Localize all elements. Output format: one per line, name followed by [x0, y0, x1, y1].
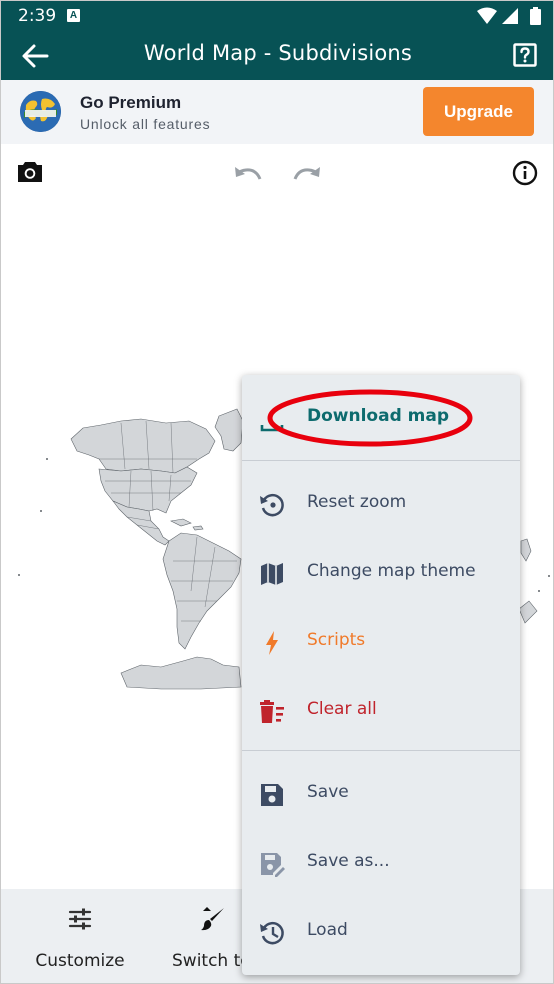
status-time: 2:39 — [18, 6, 57, 26]
app-bar: World Map - Subdivisions — [1, 31, 553, 80]
menu-label-reset-zoom: Reset zoom — [307, 492, 407, 512]
menu-label-save: Save — [307, 782, 349, 802]
highlight-annotation — [267, 389, 473, 447]
menu-label-change-map-theme: Change map theme — [307, 561, 476, 581]
signal-icon — [502, 8, 518, 24]
delete-sweep-icon — [260, 700, 284, 723]
history-icon — [260, 921, 284, 945]
menu-label-load: Load — [307, 920, 348, 940]
menu-label-scripts: Scripts — [307, 630, 366, 650]
overflow-menu: Download map Reset zoom Change map theme… — [242, 375, 520, 975]
menu-item-save-as[interactable]: Save as... — [242, 828, 520, 897]
tune-icon — [68, 908, 92, 930]
customize-label: Customize — [35, 951, 125, 971]
menu-item-change-map-theme[interactable]: Change map theme — [242, 538, 520, 607]
premium-title: Go Premium — [80, 93, 182, 112]
wifi-icon — [477, 7, 497, 24]
lightning-icon — [266, 631, 278, 655]
redo-icon[interactable] — [293, 165, 321, 181]
menu-item-clear-all[interactable]: Clear all — [242, 676, 520, 745]
mapchart-logo — [20, 91, 61, 132]
info-icon[interactable] — [512, 160, 538, 186]
app-screen: 2:39 A World Map - Subdivisions Go Premi… — [0, 0, 554, 984]
status-bar: 2:39 A — [1, 1, 553, 31]
upgrade-button[interactable]: Upgrade — [423, 87, 534, 136]
menu-label-clear-all: Clear all — [307, 699, 377, 719]
menu-item-scripts[interactable]: Scripts — [242, 607, 520, 676]
menu-item-load[interactable]: Load — [242, 897, 520, 966]
menu-divider — [242, 750, 520, 751]
customize-button[interactable]: Customize — [19, 889, 141, 983]
menu-divider — [242, 460, 520, 461]
save-icon — [261, 784, 283, 806]
reset-zoom-icon — [260, 493, 284, 517]
undo-icon[interactable] — [234, 165, 262, 181]
map-icon — [261, 563, 283, 585]
help-box-icon[interactable] — [513, 43, 537, 67]
battery-icon — [530, 7, 541, 25]
premium-subtitle: Unlock all features — [80, 116, 211, 132]
save-edit-icon — [261, 853, 285, 877]
notification-badge-icon: A — [67, 9, 80, 22]
page-title: World Map - Subdivisions — [143, 41, 413, 65]
menu-item-save[interactable]: Save — [242, 759, 520, 828]
brush-icon — [201, 907, 224, 931]
menu-item-reset-zoom[interactable]: Reset zoom — [242, 469, 520, 538]
camera-icon[interactable] — [17, 161, 43, 183]
premium-banner[interactable]: Go Premium Unlock all features Upgrade — [1, 80, 553, 144]
menu-label-save-as: Save as... — [307, 851, 390, 871]
